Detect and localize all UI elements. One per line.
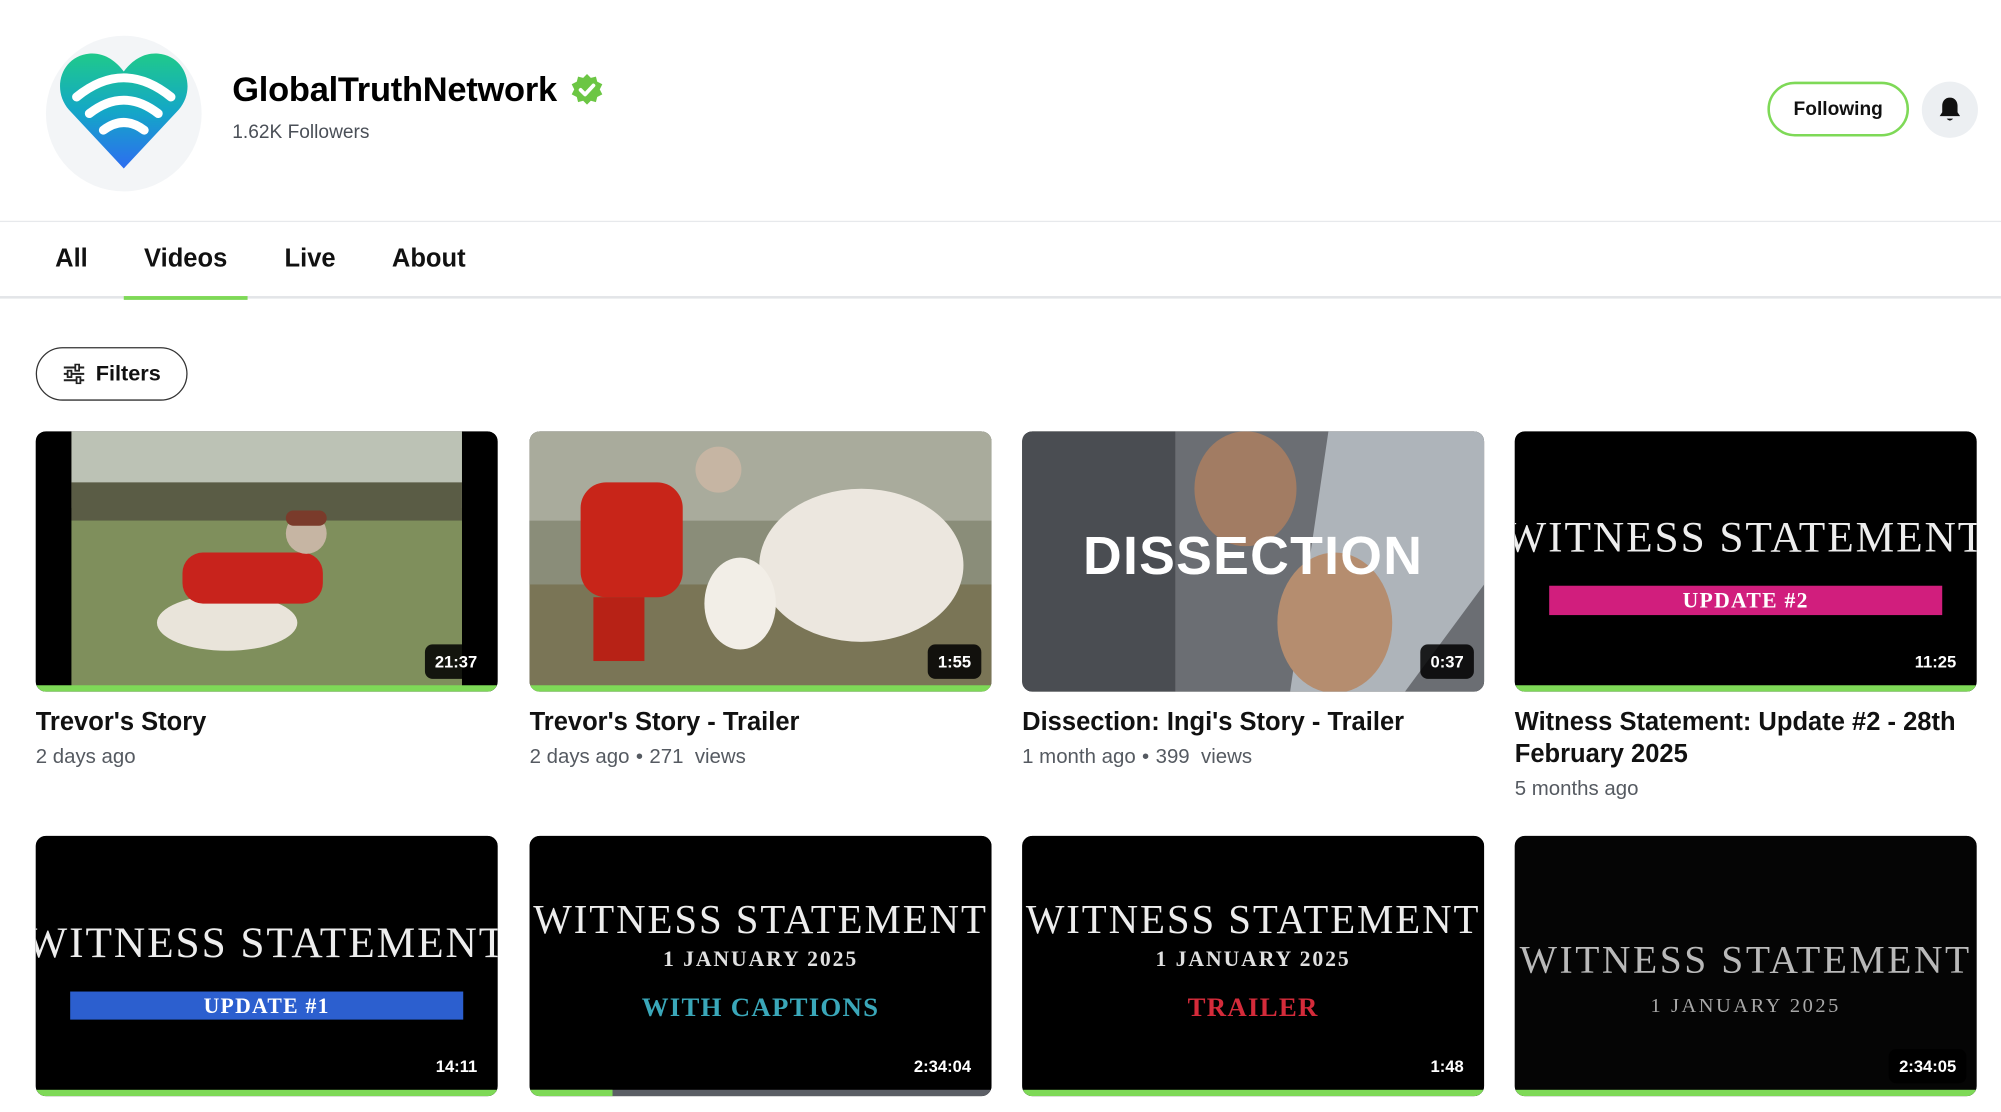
view-count: 399 <box>1155 746 1190 769</box>
video-thumbnail[interactable]: WITNESS STATEMENT UPDATE #1 14:11 <box>35 835 498 1097</box>
watch-progress-bar <box>1022 1089 1485 1097</box>
video-title[interactable]: Trevor's Story <box>36 707 498 739</box>
views-suffix: views <box>694 746 746 769</box>
thumb-title-text: WITNESS STATEMENT <box>1026 897 1481 942</box>
video-thumbnail[interactable]: WITNESS STATEMENT 1 JANUARY 2025 2:34:05 <box>1514 835 1977 1097</box>
thumb-title-text: WITNESS STATEMENT <box>1520 937 1972 981</box>
video-meta: 1 month ago • 399 views <box>1022 745 1484 771</box>
thumb-subtitle-text: TRAILER <box>1188 992 1319 1022</box>
video-thumbnail[interactable]: WITNESS STATEMENT UPDATE #2 11:25 <box>1514 431 1977 692</box>
thumb-title-text: WITNESS STATEMENT <box>1515 513 1977 561</box>
video-card[interactable]: WITNESS STATEMENT UPDATE #2 11:25 Witnes… <box>1514 431 1977 803</box>
thumb-title-text: WITNESS STATEMENT <box>36 919 498 967</box>
duration-badge: 0:37 <box>1420 644 1474 679</box>
bell-icon <box>1939 97 1961 121</box>
video-card[interactable]: WITNESS STATEMENT UPDATE #1 14:11 <box>35 835 498 1097</box>
video-age: 1 month ago <box>1022 746 1136 769</box>
video-card[interactable]: WITNESS STATEMENT 1 JANUARY 2025 TRAILER… <box>1022 835 1485 1097</box>
video-card[interactable]: 21:37 Trevor's Story 2 days ago <box>35 431 498 771</box>
thumb-subtitle-text: WITH CAPTIONS <box>642 992 880 1022</box>
video-card[interactable]: WITNESS STATEMENT 1 JANUARY 2025 2:34:05 <box>1514 835 1977 1097</box>
heart-wifi-logo-icon <box>60 53 188 169</box>
video-meta: 2 days ago <box>36 745 498 771</box>
video-age: 5 months ago <box>1514 778 1639 801</box>
video-thumbnail[interactable]: WITNESS STATEMENT 1 JANUARY 2025 TRAILER… <box>1022 835 1485 1097</box>
tab-live[interactable]: Live <box>271 222 350 297</box>
video-meta: 2 days ago • 271 views <box>530 745 992 771</box>
meta-separator: • <box>635 746 644 769</box>
watch-progress-bar <box>1514 685 1977 692</box>
channel-tabs: All Videos Live About <box>0 220 2001 300</box>
duration-badge: 11:25 <box>1904 644 1967 679</box>
video-thumbnail[interactable]: DISSECTION 0:37 <box>1022 431 1485 692</box>
video-age: 2 days ago <box>35 746 136 769</box>
duration-badge: 1:48 <box>1420 1048 1474 1084</box>
video-thumbnail[interactable]: 1:55 <box>529 431 992 692</box>
duration-badge: 2:34:04 <box>903 1048 982 1084</box>
video-title[interactable]: Trevor's Story - Trailer <box>530 707 992 739</box>
channel-page: GlobalTruthNetwork 1.62K Followers Follo… <box>0 0 2001 1110</box>
thumb-date-text: 1 JANUARY 2025 <box>663 947 858 971</box>
views-suffix: views <box>1201 746 1253 769</box>
filters-label: Filters <box>95 361 161 386</box>
video-title[interactable]: Dissection: Ingi's Story - Trailer <box>1022 707 1484 739</box>
following-button[interactable]: Following <box>1767 81 1910 137</box>
verified-check-icon <box>570 72 606 108</box>
thumb-title-text: DISSECTION <box>1083 526 1423 586</box>
thumb-date-text: 1 JANUARY 2025 <box>1651 995 1841 1017</box>
watch-progress-bar <box>1514 1089 1977 1097</box>
tab-videos[interactable]: Videos <box>123 222 248 300</box>
sliders-icon <box>63 363 85 385</box>
watch-progress-bar <box>529 1089 992 1097</box>
notifications-button[interactable] <box>1921 81 1978 138</box>
channel-title-row: GlobalTruthNetwork <box>232 70 605 110</box>
video-title[interactable]: Witness Statement: Update #2 - 28th Febr… <box>1515 707 1977 771</box>
video-card[interactable]: 1:55 Trevor's Story - Trailer 2 days ago… <box>529 431 992 771</box>
video-thumbnail[interactable]: 21:37 <box>35 431 498 692</box>
watch-progress-bar <box>529 685 992 692</box>
filters-button[interactable]: Filters <box>35 347 188 401</box>
view-count: 271 <box>649 746 684 769</box>
video-card[interactable]: WITNESS STATEMENT 1 JANUARY 2025 WITH CA… <box>529 835 992 1097</box>
watch-progress-bar <box>35 1089 498 1097</box>
tab-about[interactable]: About <box>375 222 482 297</box>
video-meta: 5 months ago <box>1515 777 1977 803</box>
thumb-date-text: 1 JANUARY 2025 <box>1156 947 1351 971</box>
tab-all[interactable]: All <box>38 222 104 297</box>
meta-separator: • <box>1142 746 1150 769</box>
channel-avatar[interactable] <box>45 35 202 192</box>
channel-header: GlobalTruthNetwork 1.62K Followers Follo… <box>0 0 2001 221</box>
duration-badge: 14:11 <box>425 1048 488 1084</box>
video-thumbnail[interactable]: WITNESS STATEMENT 1 JANUARY 2025 WITH CA… <box>529 835 992 1097</box>
duration-badge: 21:37 <box>424 644 488 679</box>
thumb-subtitle-text: UPDATE #2 <box>1683 588 1809 612</box>
duration-badge: 1:55 <box>927 644 982 679</box>
watch-progress-bar <box>35 685 498 692</box>
channel-name: GlobalTruthNetwork <box>232 70 557 109</box>
thumb-title-text: WITNESS STATEMENT <box>533 897 988 942</box>
follower-count: 1.62K Followers <box>232 121 370 143</box>
duration-badge: 2:34:05 <box>1888 1048 1967 1084</box>
thumb-subtitle-text: UPDATE #1 <box>204 994 330 1018</box>
video-age: 2 days ago <box>529 746 630 769</box>
video-card[interactable]: DISSECTION 0:37 Dissection: Ingi's Story… <box>1022 431 1485 771</box>
